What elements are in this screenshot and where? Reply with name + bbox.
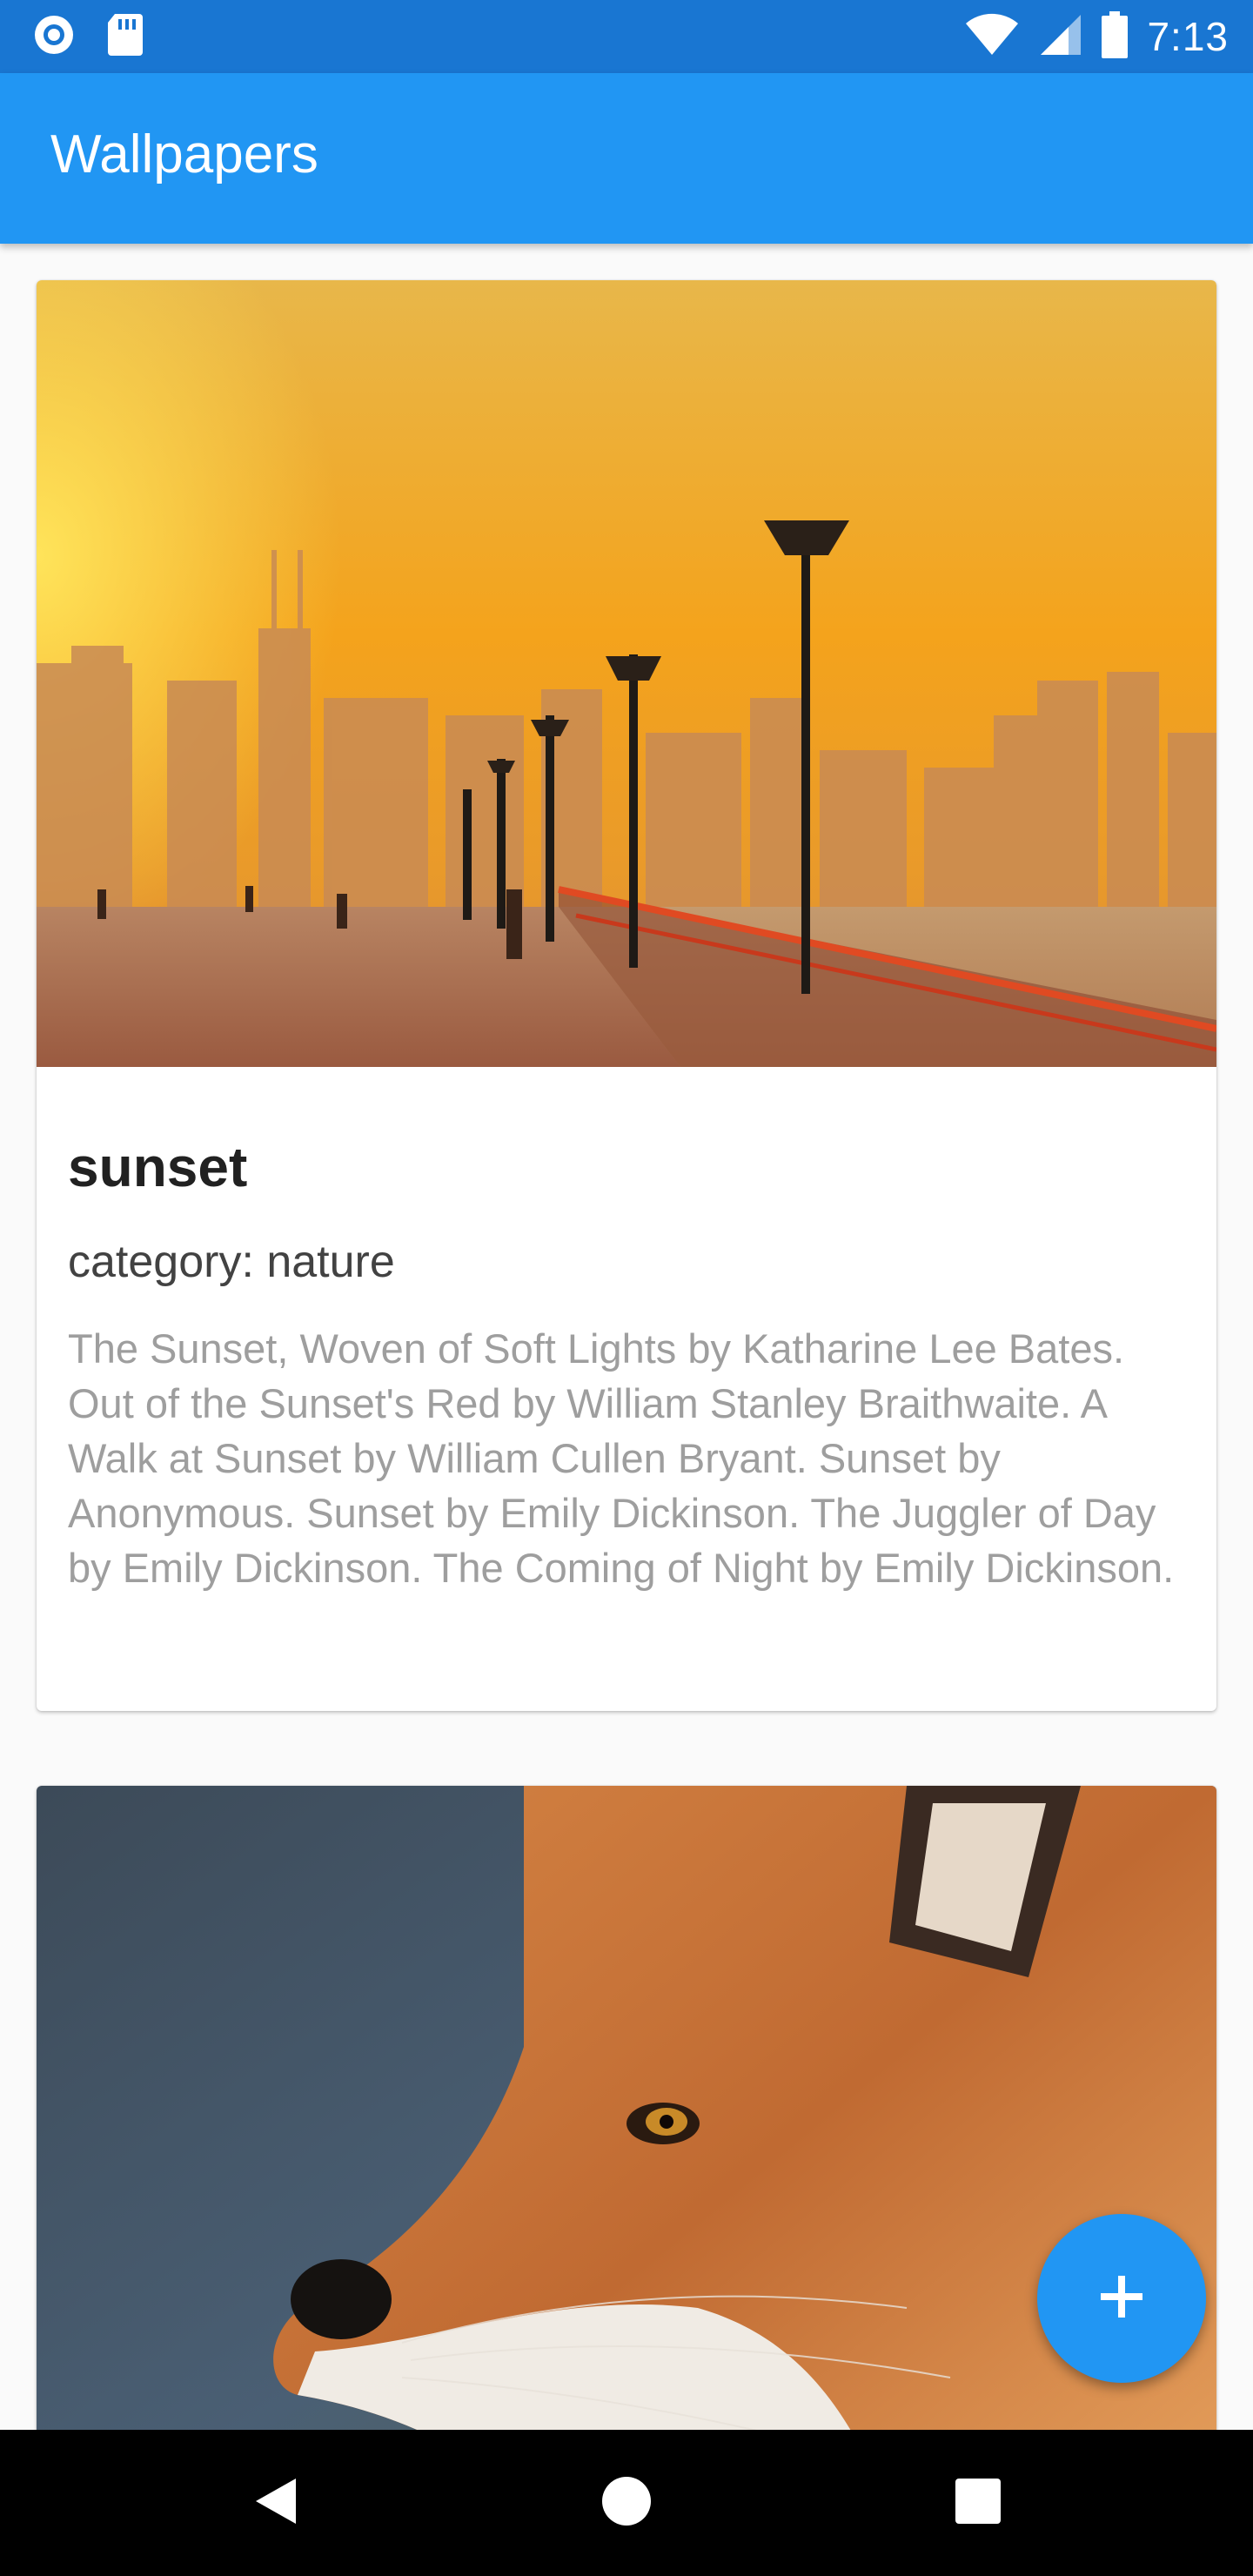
recents-button[interactable]	[943, 2468, 1013, 2538]
wallpaper-list[interactable]: sunset category: nature The Sunset, Wove…	[0, 244, 1253, 2430]
status-bar: 7:13	[0, 0, 1253, 73]
sd-card-icon	[106, 12, 144, 62]
wallpaper-card[interactable]: sunset category: nature The Sunset, Wove…	[37, 280, 1216, 1711]
navigation-bar	[0, 2430, 1253, 2576]
status-right: 7:13	[964, 9, 1229, 64]
wifi-icon	[964, 13, 1020, 61]
home-icon	[601, 2476, 652, 2531]
plus-icon	[1096, 2271, 1148, 2327]
card-category: category: nature	[68, 1237, 395, 1287]
recents-icon	[955, 2478, 1002, 2529]
back-button[interactable]	[240, 2468, 310, 2538]
add-wallpaper-button[interactable]	[1037, 2214, 1206, 2383]
status-left	[31, 12, 144, 62]
app-bar: Wallpapers	[0, 73, 1253, 244]
clock: 7:13	[1147, 14, 1229, 59]
wallpaper-card[interactable]	[37, 1786, 1216, 2430]
app-title: Wallpapers	[50, 124, 318, 184]
card-description: The Sunset, Woven of Soft Lights by Kath…	[68, 1325, 1175, 1591]
fox-photo	[37, 1786, 1216, 2430]
back-icon	[251, 2475, 299, 2532]
sunset-promenade-photo	[37, 280, 1216, 1067]
card-title: sunset	[68, 1136, 248, 1198]
battery-icon	[1102, 10, 1129, 63]
cell-signal-icon	[1039, 13, 1082, 61]
home-button[interactable]	[592, 2468, 661, 2538]
notification-circle-icon	[31, 12, 77, 62]
